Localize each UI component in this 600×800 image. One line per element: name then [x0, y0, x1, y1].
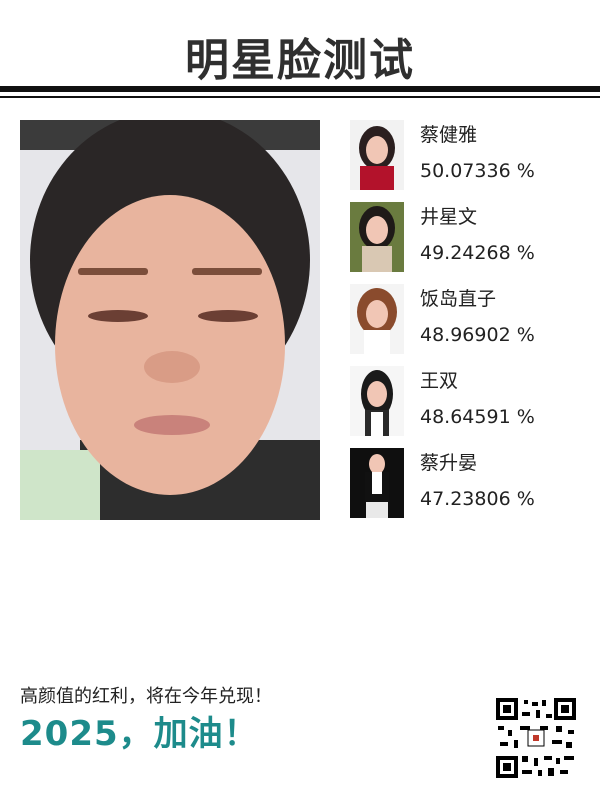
celebrity-name: 蔡健雅 — [420, 124, 478, 146]
celebrity-thumbnail — [350, 448, 404, 518]
qr-code-icon[interactable] — [494, 696, 578, 780]
celebrity-thumbnail — [350, 366, 404, 436]
celebrity-name: 王双 — [420, 370, 459, 392]
footer-message: 高颜值的红利，将在今年兑现！ — [20, 686, 272, 707]
celebrity-name: 井星文 — [420, 206, 478, 228]
header-divider-thin — [0, 96, 600, 98]
footer-slogan: 2025，加油！ — [20, 714, 259, 754]
celebrity-name: 饭岛直子 — [420, 288, 497, 310]
match-item[interactable]: 蔡升晏 47.23806 % — [350, 448, 590, 518]
celebrity-thumbnail — [350, 120, 404, 190]
similarity-score: 47.23806 % — [420, 488, 535, 510]
similarity-score: 49.24268 % — [420, 242, 535, 264]
page-title: 明星脸测试 — [185, 35, 415, 86]
similarity-score: 48.64591 % — [420, 406, 535, 428]
header-divider-thick — [0, 86, 600, 92]
similarity-score: 48.96902 % — [420, 324, 535, 346]
similarity-score: 50.07336 % — [420, 160, 535, 182]
match-item[interactable]: 井星文 49.24268 % — [350, 202, 590, 272]
match-item[interactable]: 饭岛直子 48.96902 % — [350, 284, 590, 354]
celebrity-thumbnail — [350, 284, 404, 354]
match-item[interactable]: 王双 48.64591 % — [350, 366, 590, 436]
user-face-photo — [20, 120, 320, 520]
match-item[interactable]: 蔡健雅 50.07336 % — [350, 120, 590, 190]
celebrity-name: 蔡升晏 — [420, 452, 478, 474]
celebrity-thumbnail — [350, 202, 404, 272]
